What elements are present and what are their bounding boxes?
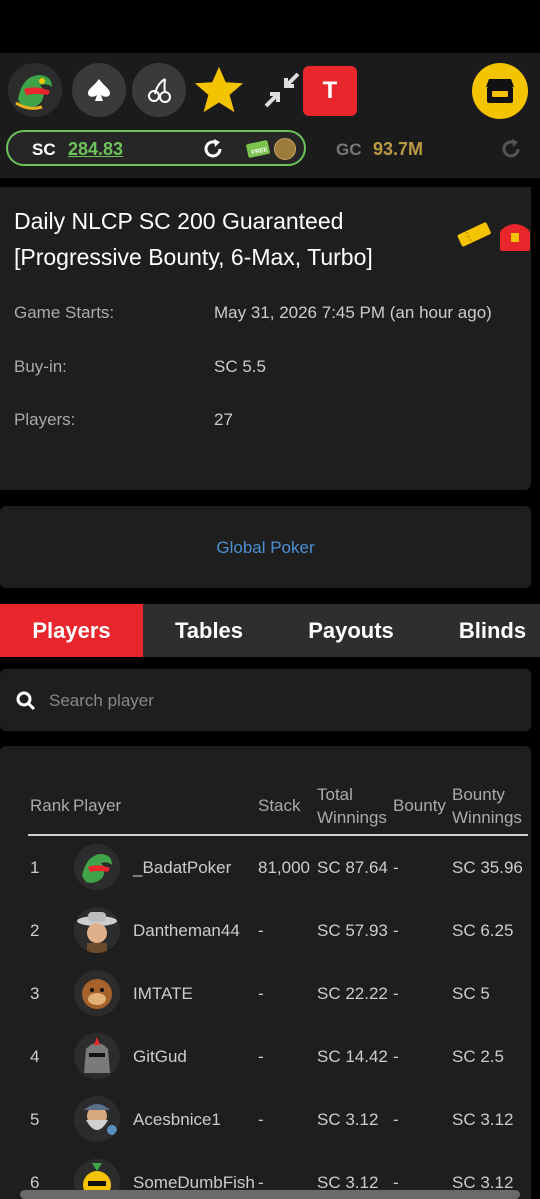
treasure-chest-icon[interactable]	[498, 217, 532, 258]
stack-cell: -	[258, 1047, 264, 1066]
refresh-icon[interactable]	[500, 138, 522, 165]
sc-balance-value[interactable]: 284.83	[68, 139, 123, 160]
player-name[interactable]: IMTATE	[133, 984, 193, 1004]
cowboy-avatar-icon	[74, 907, 120, 953]
sc-label: SC	[32, 140, 56, 159]
header-stack[interactable]: Stack	[258, 794, 301, 817]
stack-cell: -	[258, 921, 264, 940]
store-icon[interactable]	[472, 63, 528, 119]
horizontal-scrollbar[interactable]	[20, 1190, 520, 1199]
knight-avatar-icon	[74, 1033, 120, 1079]
header-bounty[interactable]: Bounty	[393, 794, 446, 817]
game-starts-label: Game Starts:	[14, 303, 115, 322]
players-table: Rank Player Stack Total Winnings Bounty …	[0, 746, 531, 1199]
bounty-winnings-cell: SC 5	[452, 984, 490, 1003]
game-icon-row: T	[0, 53, 540, 129]
total-winnings-cell: SC 87.64	[317, 858, 388, 877]
total-winnings-cell: SC 14.42	[317, 1047, 388, 1066]
tab-blinds[interactable]: Blinds	[430, 604, 540, 657]
shrink-arrows-icon[interactable]	[255, 63, 309, 117]
bounty-winnings-cell: SC 35.96	[452, 858, 523, 877]
tab-tables[interactable]: Tables	[143, 604, 275, 657]
stack-cell: -	[258, 1110, 264, 1129]
gc-label: GC	[336, 140, 362, 159]
spade-icon[interactable]	[72, 63, 126, 117]
buy-in-value: SC 5.5	[214, 357, 266, 376]
bounty-cell: -	[393, 984, 399, 1003]
t-button[interactable]: T	[303, 66, 357, 116]
table-row[interactable]: 1 _BadatPoker 81,000 SC 87.64 - SC 35.96	[0, 838, 531, 901]
top-bar: T SC 284.83 FREE GC 93.7M	[0, 53, 540, 178]
tab-payouts[interactable]: Payouts	[280, 604, 422, 657]
tournament-title: Daily NLCP SC 200 Guaranteed [Progressiv…	[14, 208, 373, 270]
buy-in-label: Buy-in:	[14, 357, 67, 376]
tournament-info-card: Daily NLCP SC 200 Guaranteed [Progressiv…	[0, 187, 531, 490]
table-row[interactable]: 2 Dantheman44 - SC 57.93 - SC 6.25	[0, 901, 531, 964]
table-row[interactable]: 5 Acesbnice1 - SC 3.12 - SC 3.12	[0, 1090, 531, 1153]
tab-players[interactable]: Players	[0, 604, 143, 657]
bounty-cell: -	[393, 1110, 399, 1129]
monkey-avatar-icon	[74, 970, 120, 1016]
player-search-bar	[0, 669, 531, 731]
refresh-icon[interactable]	[202, 138, 224, 165]
total-winnings-cell: SC 57.93	[317, 921, 388, 940]
player-name[interactable]: _BadatPoker	[133, 858, 231, 878]
table-row[interactable]: 3 IMTATE - SC 22.22 - SC 5	[0, 964, 531, 1027]
player-name[interactable]: Dantheman44	[133, 921, 240, 941]
rank-cell: 5	[30, 1110, 40, 1129]
rank-cell: 2	[30, 921, 40, 940]
global-poker-link[interactable]: Global Poker	[0, 538, 531, 558]
player-name[interactable]: GitGud	[133, 1047, 187, 1067]
stack-cell: -	[258, 984, 264, 1003]
gc-balance-value[interactable]: 93.7M	[373, 139, 423, 160]
header-bounty-winnings[interactable]: Bounty Winnings	[452, 783, 530, 829]
venue-card: Global Poker	[0, 506, 531, 588]
search-icon	[16, 691, 36, 716]
bounty-winnings-cell: SC 3.12	[452, 1110, 514, 1129]
player-name[interactable]: Acesbnice1	[133, 1110, 221, 1130]
total-winnings-cell: SC 22.22	[317, 984, 388, 1003]
rank-cell: 1	[30, 858, 40, 877]
total-winnings-cell: SC 3.12	[317, 1110, 379, 1129]
bounty-winnings-cell: SC 2.5	[452, 1047, 504, 1066]
header-total-winnings[interactable]: Total Winnings	[317, 783, 393, 829]
table-row[interactable]: 4 GitGud - SC 14.42 - SC 2.5	[0, 1027, 531, 1090]
free-ticket-icon[interactable]: FREE	[246, 139, 272, 164]
players-value: 27	[214, 410, 233, 429]
bounty-cell: -	[393, 1047, 399, 1066]
cherry-icon[interactable]	[132, 63, 186, 117]
stack-cell: 81,000	[258, 858, 310, 877]
header-divider	[28, 834, 528, 836]
bounty-winnings-cell: SC 6.25	[452, 921, 514, 940]
tab-bar: Players Tables Payouts Blinds	[0, 604, 540, 657]
header-player[interactable]: Player	[73, 794, 121, 817]
sweeps-coin-balance[interactable]: SC 284.83 FREE	[6, 130, 306, 166]
bounty-cell: -	[393, 858, 399, 877]
bounty-cell: -	[393, 921, 399, 940]
players-label: Players:	[14, 410, 76, 429]
star-icon[interactable]	[192, 63, 246, 117]
coin-icon	[274, 138, 296, 160]
wizard-avatar-icon	[74, 1096, 120, 1142]
header-rank[interactable]: Rank	[30, 794, 70, 817]
rank-cell: 3	[30, 984, 40, 1003]
search-input[interactable]	[47, 687, 501, 715]
game-starts-value: May 31, 2026 7:45 PM (an hour ago)	[214, 303, 492, 322]
dragon-avatar-icon	[74, 844, 120, 890]
rank-cell: 4	[30, 1047, 40, 1066]
dragon-avatar-icon[interactable]	[8, 63, 62, 117]
ticket-icon	[456, 221, 492, 252]
